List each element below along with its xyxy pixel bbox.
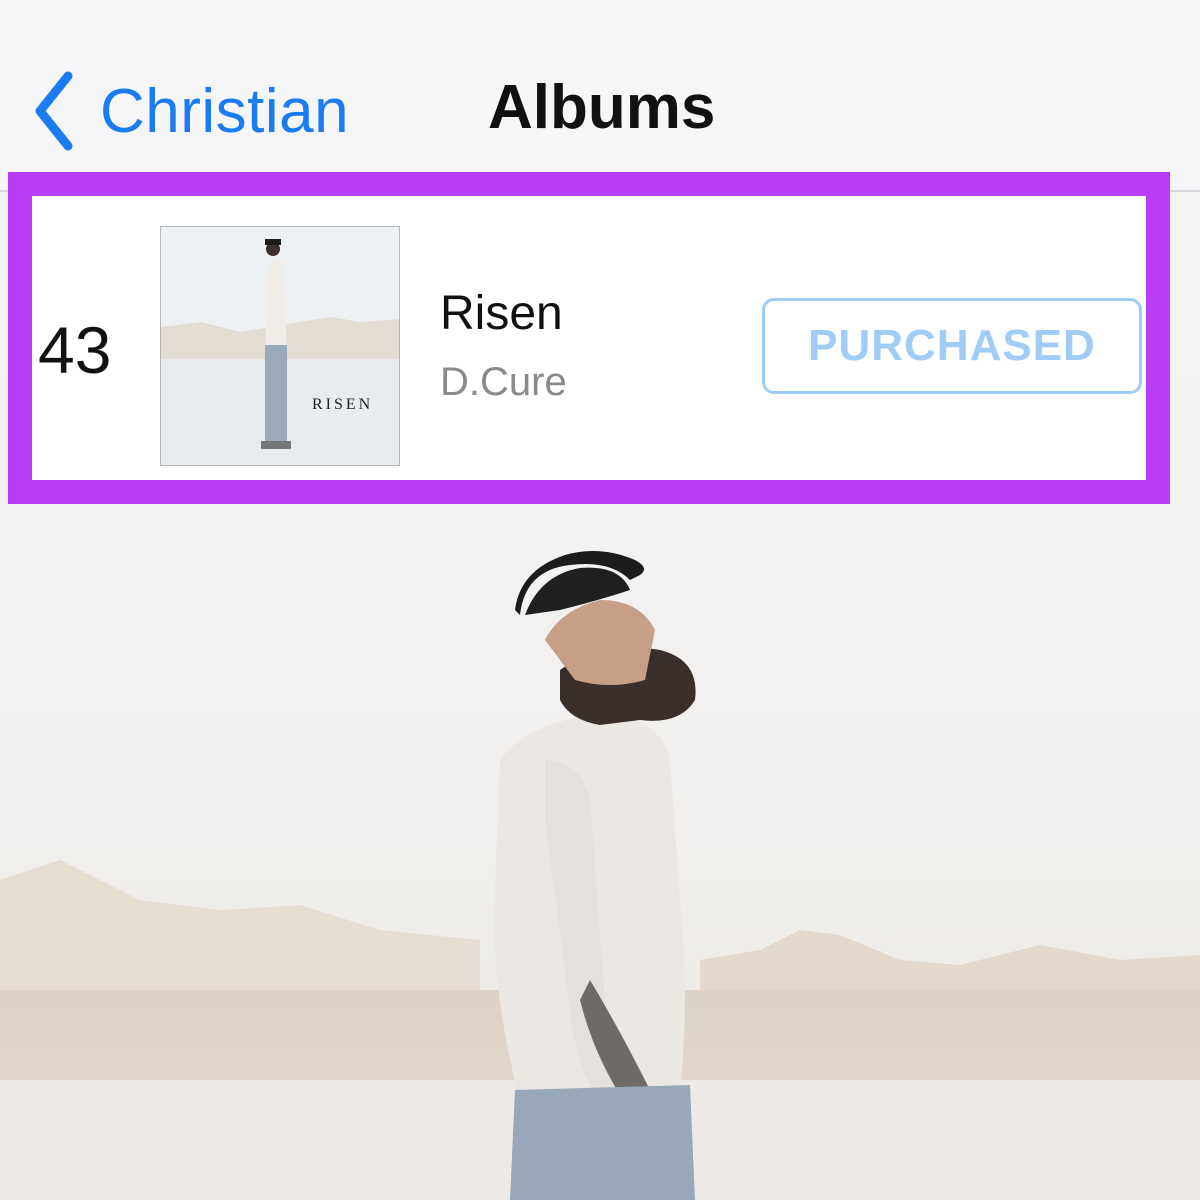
- album-cover[interactable]: [160, 226, 400, 466]
- navigation-bar: Christian Albums: [0, 0, 1200, 192]
- page-title: Albums: [488, 73, 716, 142]
- album-title[interactable]: Risen: [440, 286, 563, 341]
- chevron-left-icon: [35, 71, 73, 151]
- album-cover-art: [161, 227, 399, 465]
- screen: Christian Albums 43 RISEN Risen D.Cure P…: [0, 0, 1200, 1200]
- back-button[interactable]: Christian: [30, 66, 349, 156]
- album-cover-title: RISEN: [312, 396, 374, 413]
- back-button-label: Christian: [100, 76, 350, 146]
- album-artist[interactable]: D.Cure: [440, 360, 567, 405]
- chart-rank: 43: [38, 313, 112, 387]
- purchased-button[interactable]: PURCHASED: [762, 298, 1142, 394]
